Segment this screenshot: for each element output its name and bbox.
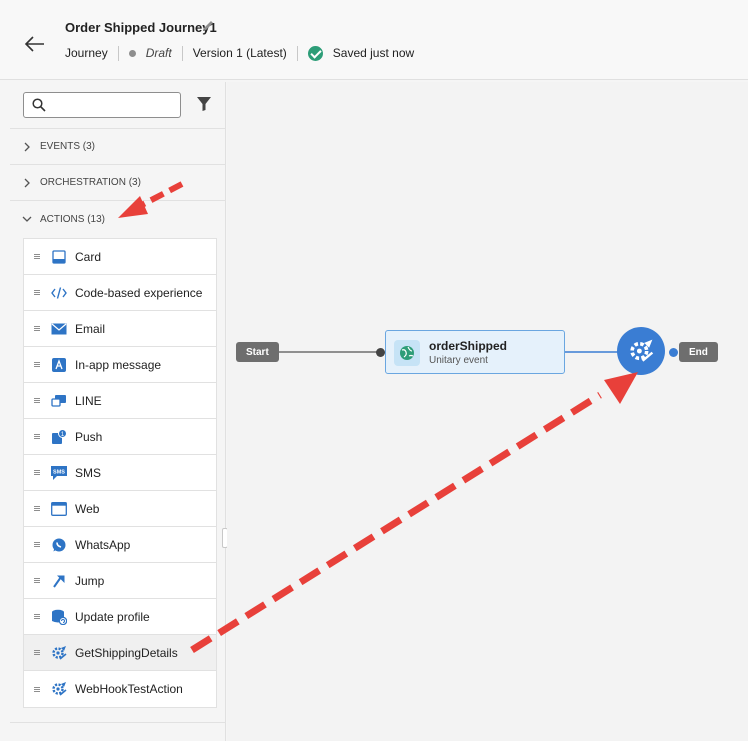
annotation-arrows [118, 181, 638, 653]
